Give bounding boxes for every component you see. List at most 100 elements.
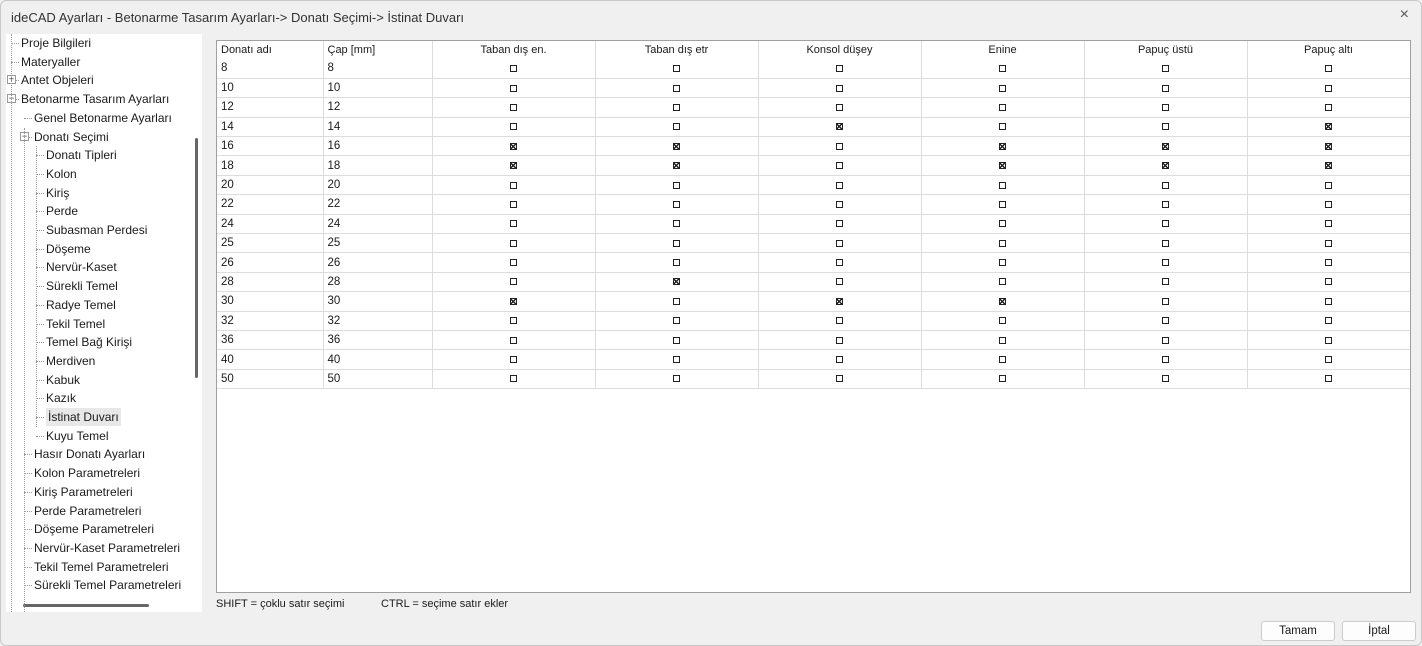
diameter-cell[interactable]: 20 xyxy=(323,175,433,196)
tree-item[interactable]: Materyaller xyxy=(21,53,80,71)
checkbox[interactable] xyxy=(836,375,843,383)
checkbox[interactable] xyxy=(836,259,843,267)
rebar-name-cell[interactable]: 20 xyxy=(217,175,324,196)
checkbox[interactable] xyxy=(510,220,517,228)
checkbox[interactable] xyxy=(1162,200,1169,208)
checkbox[interactable] xyxy=(999,123,1006,131)
checkbox[interactable] xyxy=(1162,123,1169,131)
tree-item[interactable]: Radye Temel xyxy=(46,296,116,314)
table-row[interactable]: 28 28 xyxy=(217,272,1410,293)
tree-item[interactable]: Perde Parametreleri xyxy=(34,502,141,520)
checkbox[interactable] xyxy=(673,375,680,383)
column-header[interactable]: Taban dış en. xyxy=(432,41,596,59)
checkbox[interactable] xyxy=(510,84,517,92)
checkbox[interactable] xyxy=(836,84,843,92)
checkbox[interactable] xyxy=(1162,84,1169,92)
tree-item[interactable]: Kiriş Parametreleri xyxy=(34,483,133,501)
diameter-cell[interactable]: 16 xyxy=(323,136,433,157)
rebar-name-cell[interactable]: 24 xyxy=(217,214,324,235)
tree-item[interactable]: Perde xyxy=(46,202,78,220)
rebar-name-cell[interactable]: 50 xyxy=(217,369,324,390)
checkbox[interactable] xyxy=(510,317,517,325)
tree-item[interactable]: Tekil Temel xyxy=(46,315,105,333)
tree-item[interactable]: Sürekli Temel Parametreleri xyxy=(34,576,181,594)
checkbox[interactable] xyxy=(999,162,1006,170)
checkbox[interactable] xyxy=(510,181,517,189)
table-row[interactable]: 36 36 xyxy=(217,330,1410,351)
checkbox[interactable] xyxy=(510,297,517,305)
rebar-name-cell[interactable]: 26 xyxy=(217,252,324,273)
column-header[interactable]: Donatı adı xyxy=(217,41,324,59)
tree-item[interactable]: Proje Bilgileri xyxy=(21,34,91,52)
diameter-cell[interactable]: 18 xyxy=(323,155,433,176)
checkbox[interactable] xyxy=(999,64,1006,72)
column-header[interactable]: Çap [mm] xyxy=(323,41,433,59)
checkbox[interactable] xyxy=(673,84,680,92)
checkbox[interactable] xyxy=(1325,375,1332,383)
diameter-cell[interactable]: 14 xyxy=(323,117,433,138)
rebar-name-cell[interactable]: 14 xyxy=(217,117,324,138)
table-row[interactable]: 12 12 xyxy=(217,97,1410,118)
diameter-cell[interactable]: 12 xyxy=(323,97,433,118)
checkbox[interactable] xyxy=(1162,142,1169,150)
checkbox[interactable] xyxy=(510,64,517,72)
checkbox[interactable] xyxy=(1162,278,1169,286)
tree-vertical-scrollbar[interactable] xyxy=(195,138,198,378)
tree-item[interactable]: Sürekli Temel xyxy=(46,277,118,295)
tree-item[interactable]: Betonarme Tasarım Ayarları xyxy=(21,90,169,108)
tree-item[interactable]: Donatı Tipleri xyxy=(46,146,117,164)
checkbox[interactable] xyxy=(999,220,1006,228)
checkbox[interactable] xyxy=(836,239,843,247)
checkbox[interactable] xyxy=(673,142,680,150)
checkbox[interactable] xyxy=(1325,64,1332,72)
column-header[interactable]: Papuç üstü xyxy=(1084,41,1248,59)
table-row[interactable]: 22 22 xyxy=(217,194,1410,215)
checkbox[interactable] xyxy=(836,103,843,111)
rebar-name-cell[interactable]: 22 xyxy=(217,194,324,215)
checkbox[interactable] xyxy=(999,142,1006,150)
rebar-table[interactable]: Donatı adı Çap [mm] Taban dış en. Taban dış… xyxy=(216,40,1411,593)
tree-item[interactable]: Nervür-Kaset Parametreleri xyxy=(34,539,180,557)
column-header[interactable]: Konsol düşey xyxy=(758,41,922,59)
column-header[interactable]: Papuç altı xyxy=(1247,41,1410,59)
checkbox[interactable] xyxy=(1325,181,1332,189)
checkbox[interactable] xyxy=(836,181,843,189)
checkbox[interactable] xyxy=(1325,200,1332,208)
rebar-name-cell[interactable]: 18 xyxy=(217,155,324,176)
checkbox[interactable] xyxy=(999,297,1006,305)
diameter-cell[interactable]: 32 xyxy=(323,311,433,331)
checkbox[interactable] xyxy=(1162,259,1169,267)
checkbox[interactable] xyxy=(999,239,1006,247)
table-row[interactable]: 14 14 xyxy=(217,117,1410,138)
checkbox[interactable] xyxy=(1325,239,1332,247)
tree-item[interactable]: Subasman Perdesi xyxy=(46,221,147,239)
diameter-cell[interactable]: 28 xyxy=(323,272,433,293)
checkbox[interactable] xyxy=(1162,220,1169,228)
tree-item[interactable]: Temel Bağ Kirişi xyxy=(46,333,132,351)
checkbox[interactable] xyxy=(999,200,1006,208)
checkbox[interactable] xyxy=(999,259,1006,267)
tree-item[interactable]: Kuyu Temel xyxy=(46,427,108,445)
checkbox[interactable] xyxy=(673,181,680,189)
checkbox[interactable] xyxy=(510,142,517,150)
checkbox[interactable] xyxy=(673,220,680,228)
checkbox[interactable] xyxy=(999,317,1006,325)
column-header[interactable]: Enine xyxy=(921,41,1085,59)
checkbox[interactable] xyxy=(1162,317,1169,325)
table-row[interactable]: 24 24 xyxy=(217,214,1410,235)
tree-item[interactable]: Hasır Donatı Ayarları xyxy=(34,445,145,463)
rebar-name-cell[interactable]: 32 xyxy=(217,311,324,331)
ok-button[interactable]: Tamam xyxy=(1261,621,1335,641)
checkbox[interactable] xyxy=(999,181,1006,189)
checkbox[interactable] xyxy=(999,103,1006,111)
checkbox[interactable] xyxy=(999,356,1006,364)
table-row[interactable]: 40 40 xyxy=(217,349,1410,370)
tree-item[interactable]: Kiriş xyxy=(46,184,69,202)
rebar-name-cell[interactable]: 40 xyxy=(217,349,324,370)
diameter-cell[interactable]: 36 xyxy=(323,330,433,351)
checkbox[interactable] xyxy=(673,162,680,170)
checkbox[interactable] xyxy=(1162,375,1169,383)
checkbox[interactable] xyxy=(510,278,517,286)
close-icon[interactable]: × xyxy=(1400,6,1409,24)
table-row[interactable]: 30 30 xyxy=(217,291,1410,312)
